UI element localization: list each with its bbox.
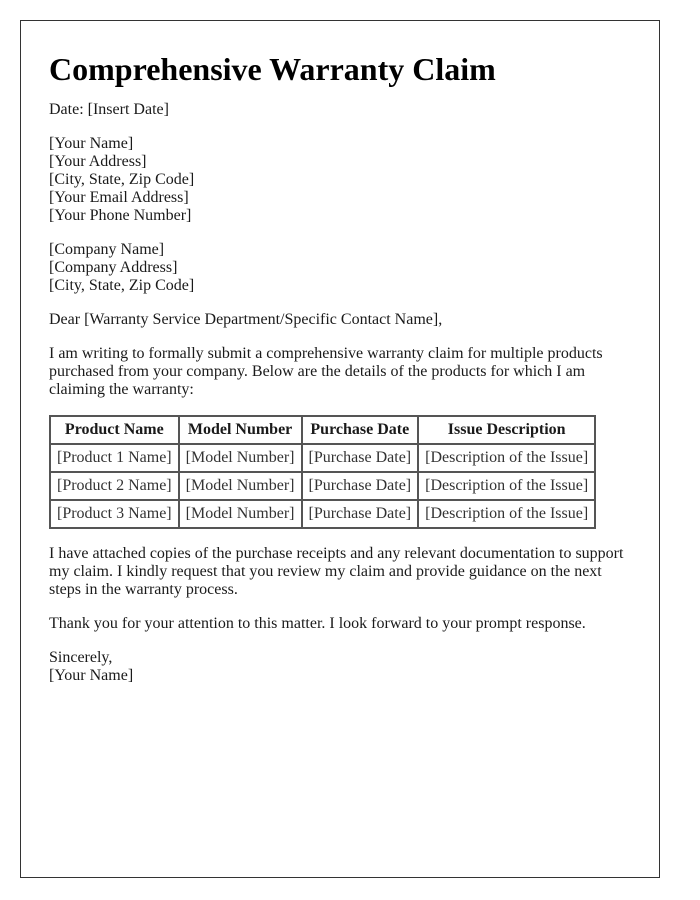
cell-issue-description: [Description of the Issue] (417, 499, 597, 529)
cell-product-name: [Product 3 Name] (49, 499, 180, 529)
table-row: [Product 2 Name] [Model Number] [Purchas… (49, 471, 597, 501)
column-header-purchase-date: Purchase Date (300, 415, 420, 445)
letter-title: Comprehensive Warranty Claim (49, 51, 496, 87)
cell-product-name: [Product 2 Name] (49, 471, 180, 501)
sender-city-state-zip: [City, State, Zip Code] (49, 171, 195, 188)
sender-address: [Your Address] (49, 153, 147, 170)
column-header-issue-description: Issue Description (417, 415, 597, 445)
table-row: [Product 3 Name] [Model Number] [Purchas… (49, 499, 597, 529)
cell-model-number: [Model Number] (177, 499, 303, 529)
recipient-city-state-zip: [City, State, Zip Code] (49, 277, 195, 294)
salutation: Dear [Warranty Service Department/Specif… (49, 311, 443, 328)
signature-name: [Your Name] (49, 667, 134, 684)
table-row: [Product 1 Name] [Model Number] [Purchas… (49, 443, 597, 473)
cell-purchase-date: [Purchase Date] (300, 471, 420, 501)
recipient-company-address: [Company Address] (49, 259, 178, 276)
column-header-model-number: Model Number (177, 415, 303, 445)
products-table: Product Name Model Number Purchase Date … (49, 415, 597, 529)
table-header-row: Product Name Model Number Purchase Date … (49, 415, 597, 445)
attachment-paragraph: I have attached copies of the purchase r… (49, 545, 624, 598)
intro-paragraph: I am writing to formally submit a compre… (49, 345, 603, 398)
cell-purchase-date: [Purchase Date] (300, 443, 420, 473)
cell-issue-description: [Description of the Issue] (417, 443, 597, 473)
cell-purchase-date: [Purchase Date] (300, 499, 420, 529)
closing-word: Sincerely, (49, 649, 113, 666)
cell-issue-description: [Description of the Issue] (417, 471, 597, 501)
recipient-company-name: [Company Name] (49, 241, 165, 258)
recipient-address-block: [Company Name] [Company Address] [City, … (49, 241, 631, 295)
thanks-paragraph: Thank you for your attention to this mat… (49, 615, 586, 632)
cell-product-name: [Product 1 Name] (49, 443, 180, 473)
sender-email: [Your Email Address] (49, 189, 189, 206)
sender-phone: [Your Phone Number] (49, 207, 192, 224)
date-line: Date: [Insert Date] (49, 101, 169, 118)
cell-model-number: [Model Number] (177, 443, 303, 473)
letter-page: Comprehensive Warranty Claim Date: [Inse… (20, 20, 660, 878)
closing-block: Sincerely, [Your Name] (49, 649, 631, 685)
sender-name: [Your Name] (49, 135, 134, 152)
column-header-product-name: Product Name (49, 415, 180, 445)
sender-address-block: [Your Name] [Your Address] [City, State,… (49, 135, 631, 225)
cell-model-number: [Model Number] (177, 471, 303, 501)
